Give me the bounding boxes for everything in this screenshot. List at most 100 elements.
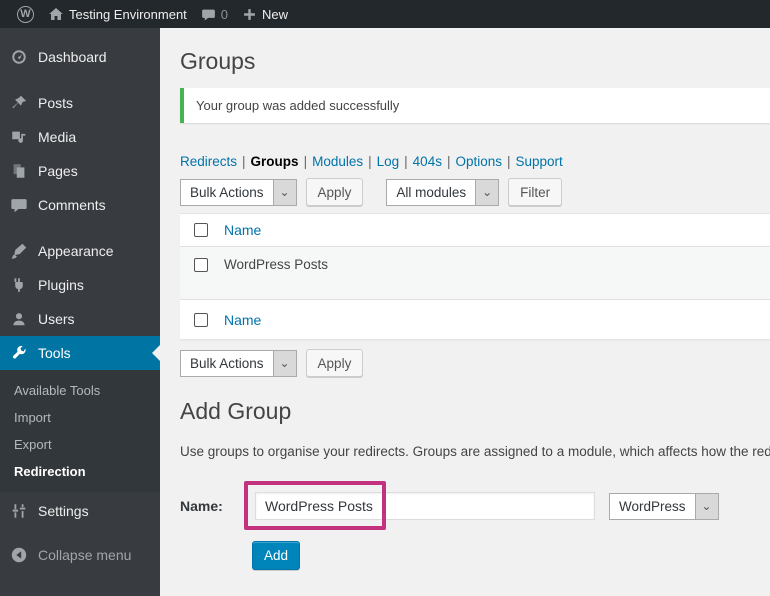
sidebar-item-dashboard[interactable]: Dashboard	[0, 40, 160, 74]
sidebar-item-label: Settings	[38, 503, 89, 519]
name-column-header[interactable]: Name	[224, 222, 261, 238]
tab-404s[interactable]: 404s	[413, 154, 442, 169]
sidebar-item-media[interactable]: Media	[0, 120, 160, 154]
sidebar-item-label: Users	[38, 311, 75, 327]
name-column-footer[interactable]: Name	[224, 312, 261, 328]
sidebar-item-comments[interactable]: Comments	[0, 188, 160, 222]
add-group-title: Add Group	[180, 398, 292, 424]
sidebar-item-plugins[interactable]: Plugins	[0, 268, 160, 302]
success-notice: Your group was added successfully	[180, 88, 770, 123]
chevron-down-icon: ⌄	[694, 493, 718, 519]
groups-table: Name WordPress Posts Name	[180, 213, 770, 340]
chevron-down-icon: ⌄	[272, 179, 296, 205]
tab-separator: |	[303, 154, 308, 169]
collapse-menu-button[interactable]: Collapse menu	[0, 538, 160, 572]
page-title: Groups	[180, 48, 256, 74]
all-modules-select[interactable]: All modules ⌄	[386, 178, 500, 206]
tab-separator: |	[507, 154, 511, 169]
collapse-arrow-icon	[9, 545, 29, 565]
submenu-item-export[interactable]: Export	[0, 431, 160, 458]
sidebar-item-label: Plugins	[38, 277, 84, 293]
user-icon	[9, 309, 29, 329]
name-field-label: Name:	[180, 498, 223, 514]
tab-modules[interactable]: Modules	[312, 154, 363, 169]
sidebar-item-label: Dashboard	[38, 49, 107, 65]
table-row[interactable]: WordPress Posts	[180, 247, 770, 299]
tools-submenu: Available Tools Import Export Redirectio…	[0, 370, 160, 492]
comment-bubble-icon	[201, 7, 216, 22]
tab-options[interactable]: Options	[455, 154, 502, 169]
add-button[interactable]: Add	[252, 541, 301, 570]
tab-log[interactable]: Log	[377, 154, 400, 169]
redirection-tabs: Redirects | Groups | Modules | Log | 404s | Option…	[180, 154, 770, 169]
dashboard-icon	[9, 47, 29, 67]
main-content: Groups Your group was added successfully…	[160, 28, 770, 596]
bulk-actions-value: Bulk Actions	[190, 355, 264, 371]
media-icon	[9, 127, 29, 147]
bulk-actions-select[interactable]: Bulk Actions ⌄	[180, 178, 297, 206]
table-header-row: Name	[180, 214, 770, 247]
top-toolbar: Bulk Actions ⌄ Apply All modules ⌄ Filte…	[180, 178, 770, 206]
sidebar-item-users[interactable]: Users	[0, 302, 160, 336]
success-notice-text: Your group was added successfully	[196, 98, 400, 113]
tab-separator: |	[368, 154, 372, 169]
select-all-checkbox[interactable]	[194, 223, 208, 237]
filter-button[interactable]: Filter	[508, 178, 563, 206]
chevron-down-icon: ⌄	[272, 350, 296, 376]
apply-button[interactable]: Apply	[305, 178, 364, 206]
sidebar-item-label: Posts	[38, 95, 74, 111]
row-checkbox[interactable]	[194, 258, 208, 272]
sidebar-item-posts[interactable]: Posts	[0, 86, 160, 120]
submenu-item-available-tools[interactable]: Available Tools	[0, 377, 160, 404]
add-group-description: Use groups to organise your redirects. G…	[180, 444, 770, 459]
wordpress-logo-icon: W	[17, 5, 34, 23]
submenu-item-redirection[interactable]: Redirection	[0, 458, 160, 485]
select-all-checkbox-footer[interactable]	[194, 312, 208, 327]
module-select[interactable]: WordPress ⌄	[609, 492, 719, 520]
table-footer-row: Name	[180, 299, 770, 339]
new-content-menu[interactable]: New	[235, 0, 295, 28]
bulk-actions-value: Bulk Actions	[190, 184, 264, 200]
sidebar-item-settings[interactable]: Settings	[0, 494, 160, 528]
pages-icon	[9, 161, 29, 181]
bulk-actions-select-bottom[interactable]: Bulk Actions ⌄	[180, 349, 297, 377]
pushpin-icon	[9, 93, 29, 113]
collapse-menu-label: Collapse menu	[38, 547, 132, 563]
site-name-link[interactable]: Testing Environment	[41, 0, 194, 28]
group-name-input[interactable]	[255, 492, 595, 520]
plus-icon	[242, 7, 257, 22]
plug-icon	[9, 275, 29, 295]
submenu-item-import[interactable]: Import	[0, 404, 160, 431]
tab-redirects[interactable]: Redirects	[180, 154, 237, 169]
comments-indicator[interactable]: 0	[194, 0, 235, 28]
wrench-icon	[9, 343, 29, 363]
tab-separator: |	[404, 154, 408, 169]
comments-count: 0	[220, 6, 229, 22]
comments-icon	[9, 195, 29, 215]
sidebar-item-pages[interactable]: Pages	[0, 154, 160, 188]
tab-separator: |	[242, 154, 246, 169]
current-menu-arrow	[152, 345, 160, 361]
sidebar-item-label: Appearance	[38, 243, 114, 259]
chevron-down-icon: ⌄	[475, 179, 499, 205]
new-label: New	[262, 6, 289, 22]
admin-bar: W Testing Environment 0 New	[0, 0, 770, 28]
add-group-form-row: Name: WordPress ⌄	[180, 481, 770, 530]
sidebar-item-label: Media	[38, 129, 77, 145]
wordpress-admin-page: W Testing Environment 0 New Dashboard Po…	[0, 0, 770, 596]
wordpress-logo-menu[interactable]: W	[10, 0, 41, 28]
home-icon	[48, 6, 64, 22]
sidebar-item-tools[interactable]: Tools	[0, 336, 160, 370]
all-modules-value: All modules	[396, 184, 467, 200]
module-select-value: WordPress	[619, 498, 686, 514]
bottom-toolbar: Bulk Actions ⌄ Apply	[180, 349, 770, 377]
sidebar-item-label: Pages	[38, 163, 78, 179]
apply-button-bottom[interactable]: Apply	[305, 349, 364, 377]
sidebar-item-appearance[interactable]: Appearance	[0, 234, 160, 268]
tab-separator: |	[446, 154, 451, 169]
sidebar-item-label: Tools	[38, 345, 71, 361]
sliders-icon	[9, 501, 29, 521]
tab-support[interactable]: Support	[516, 154, 563, 169]
tab-groups[interactable]: Groups	[251, 154, 299, 169]
brush-icon	[9, 241, 29, 261]
